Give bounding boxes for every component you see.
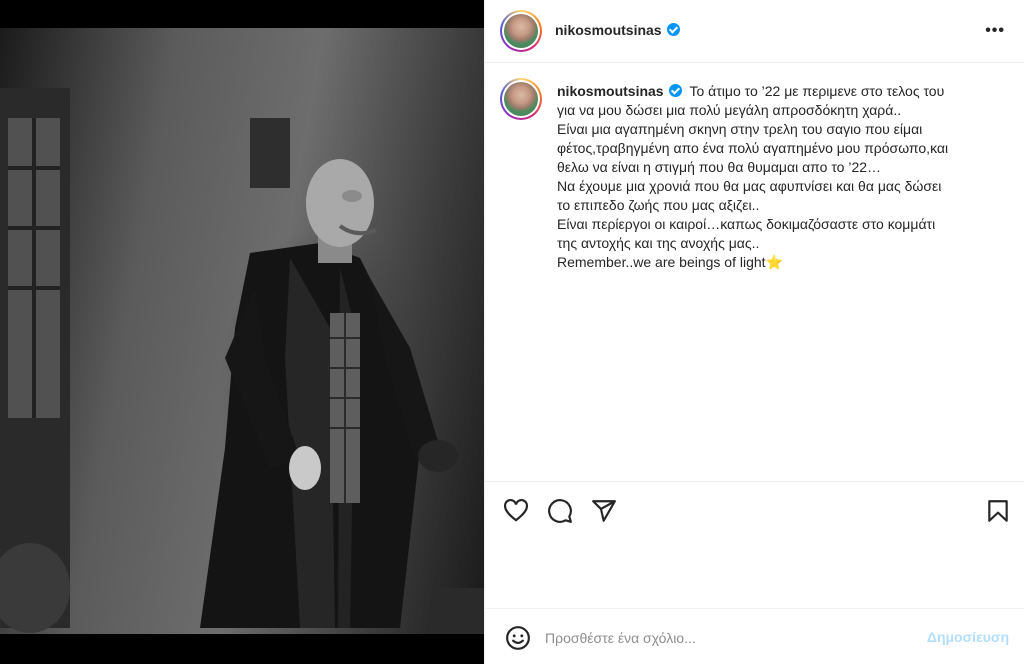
heart-icon[interactable] [503,498,529,524]
caption-line: Είναι μια αγαπημένη σκηνη στην τρελη του… [557,121,923,137]
caption-line: για να μου δώσει μια πολύ μεγάλη απροσδό… [557,102,902,118]
comment-input[interactable] [545,627,905,649]
more-options-button[interactable]: ••• [985,22,1005,40]
post-actions [485,481,1024,539]
post-comment-button[interactable]: Δημοσίευση [927,629,1009,645]
post-panel: nikosmoutsinas ••• nikosmoutsinas Το άτι… [484,0,1024,664]
post-photo [0,28,484,634]
caption-line: φέτος,τραβηγμένη απο ένα πολύ αγαπημένο … [557,140,949,156]
verified-badge-icon [668,84,682,97]
avatar-photo [504,82,538,116]
caption-avatar[interactable] [500,78,542,120]
verified-badge-icon [666,23,680,36]
post-caption: nikosmoutsinas Το άτιμο το ’22 με περιμε… [557,82,997,272]
author-avatar[interactable] [500,10,542,52]
caption-line: Να έχουμε μια χρονιά που θα μας αφυπνίσε… [557,178,942,194]
caption-line: Το άτιμο το ’22 με περιμενε στο τελος το… [689,83,945,99]
username-link[interactable]: nikosmoutsinas [555,22,662,38]
comment-bar: Δημοσίευση [485,608,1024,664]
avatar-photo [504,14,538,48]
post-media[interactable] [0,0,484,664]
smiley-icon[interactable] [505,625,531,651]
caption-line: θελω να είναι η στιγμή που θα θυμαμαι απ… [557,159,882,175]
caption-line: Remember..we are beings of light⭐ [557,254,783,270]
caption-username[interactable]: nikosmoutsinas [557,83,664,99]
caption-line: της αντοχής και της ανοχής μας.. [557,235,760,251]
caption-line: το επιπεδο ζωής που μας αξιζει.. [557,197,760,213]
bookmark-icon[interactable] [985,498,1011,524]
post-header: nikosmoutsinas ••• [485,0,1024,63]
author-username[interactable]: nikosmoutsinas [555,22,680,38]
photo-illustration [0,88,484,634]
comment-icon[interactable] [547,498,573,524]
send-icon[interactable] [591,498,617,524]
caption-line: Είναι περίεργοι οι καιροί…καπως δοκιμαζό… [557,216,936,232]
